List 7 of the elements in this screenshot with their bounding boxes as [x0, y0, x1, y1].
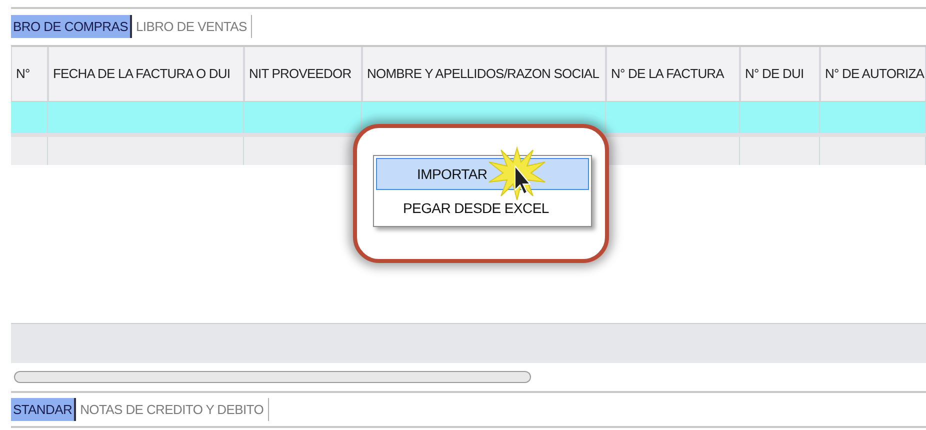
menu-item[interactable]: PEGAR DESDE EXCEL [376, 192, 589, 224]
horizontal-scrollbar[interactable] [14, 371, 531, 383]
tab[interactable]: BRO DE COMPRAS [11, 15, 132, 38]
tab[interactable]: LIBRO DE VENTAS [132, 15, 252, 38]
table-row[interactable] [11, 101, 926, 133]
tab[interactable]: NOTAS DE CREDITO Y DEBITO [76, 398, 269, 421]
tab[interactable]: STANDAR [11, 398, 76, 421]
